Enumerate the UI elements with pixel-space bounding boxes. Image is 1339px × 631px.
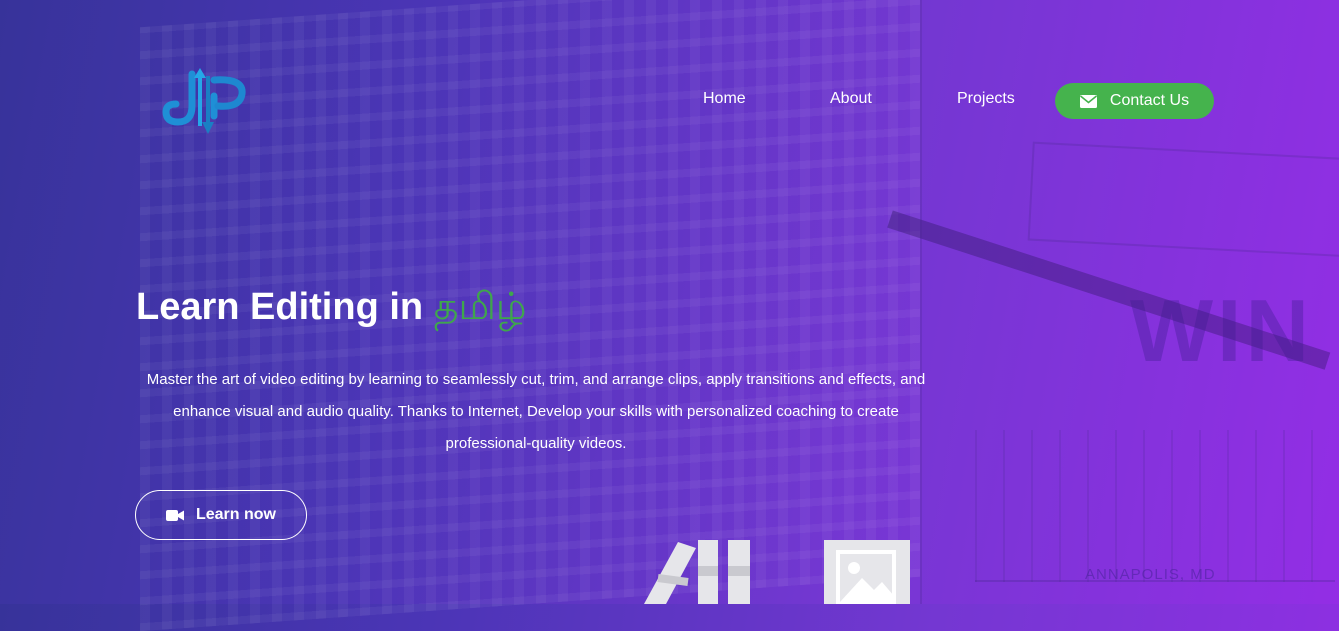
background-sign: [1027, 141, 1339, 258]
hero-title: Learn Editing in தமிழ்: [136, 286, 526, 334]
background-caption: ANNAPOLIS, MD: [1085, 566, 1216, 583]
jp-logo-icon: [162, 68, 246, 134]
contact-us-label: Contact Us: [1109, 92, 1190, 109]
hero-description: Master the art of video editing by learn…: [146, 371, 926, 452]
video-camera-icon: [165, 509, 184, 521]
learn-now-button[interactable]: Learn now: [135, 490, 307, 540]
image-icon: [836, 550, 896, 606]
background-sign-text: WIN: [1130, 281, 1314, 380]
contact-us-button[interactable]: Contact Us: [1055, 83, 1214, 119]
nav-projects[interactable]: Projects: [957, 90, 1015, 108]
background-skyline: [975, 430, 1335, 582]
site-logo[interactable]: [162, 66, 248, 136]
image-placeholder: [824, 540, 910, 606]
books-illustration: [644, 540, 750, 604]
learn-now-label: Learn now: [195, 506, 276, 523]
hero-title-accent: தமிழ்: [433, 286, 527, 328]
nav-home[interactable]: Home: [703, 90, 746, 108]
background-pipe: [887, 210, 1331, 370]
nav-about[interactable]: About: [830, 90, 872, 108]
envelope-icon: [1079, 94, 1097, 108]
hero-title-main: Learn Editing in: [136, 286, 434, 328]
